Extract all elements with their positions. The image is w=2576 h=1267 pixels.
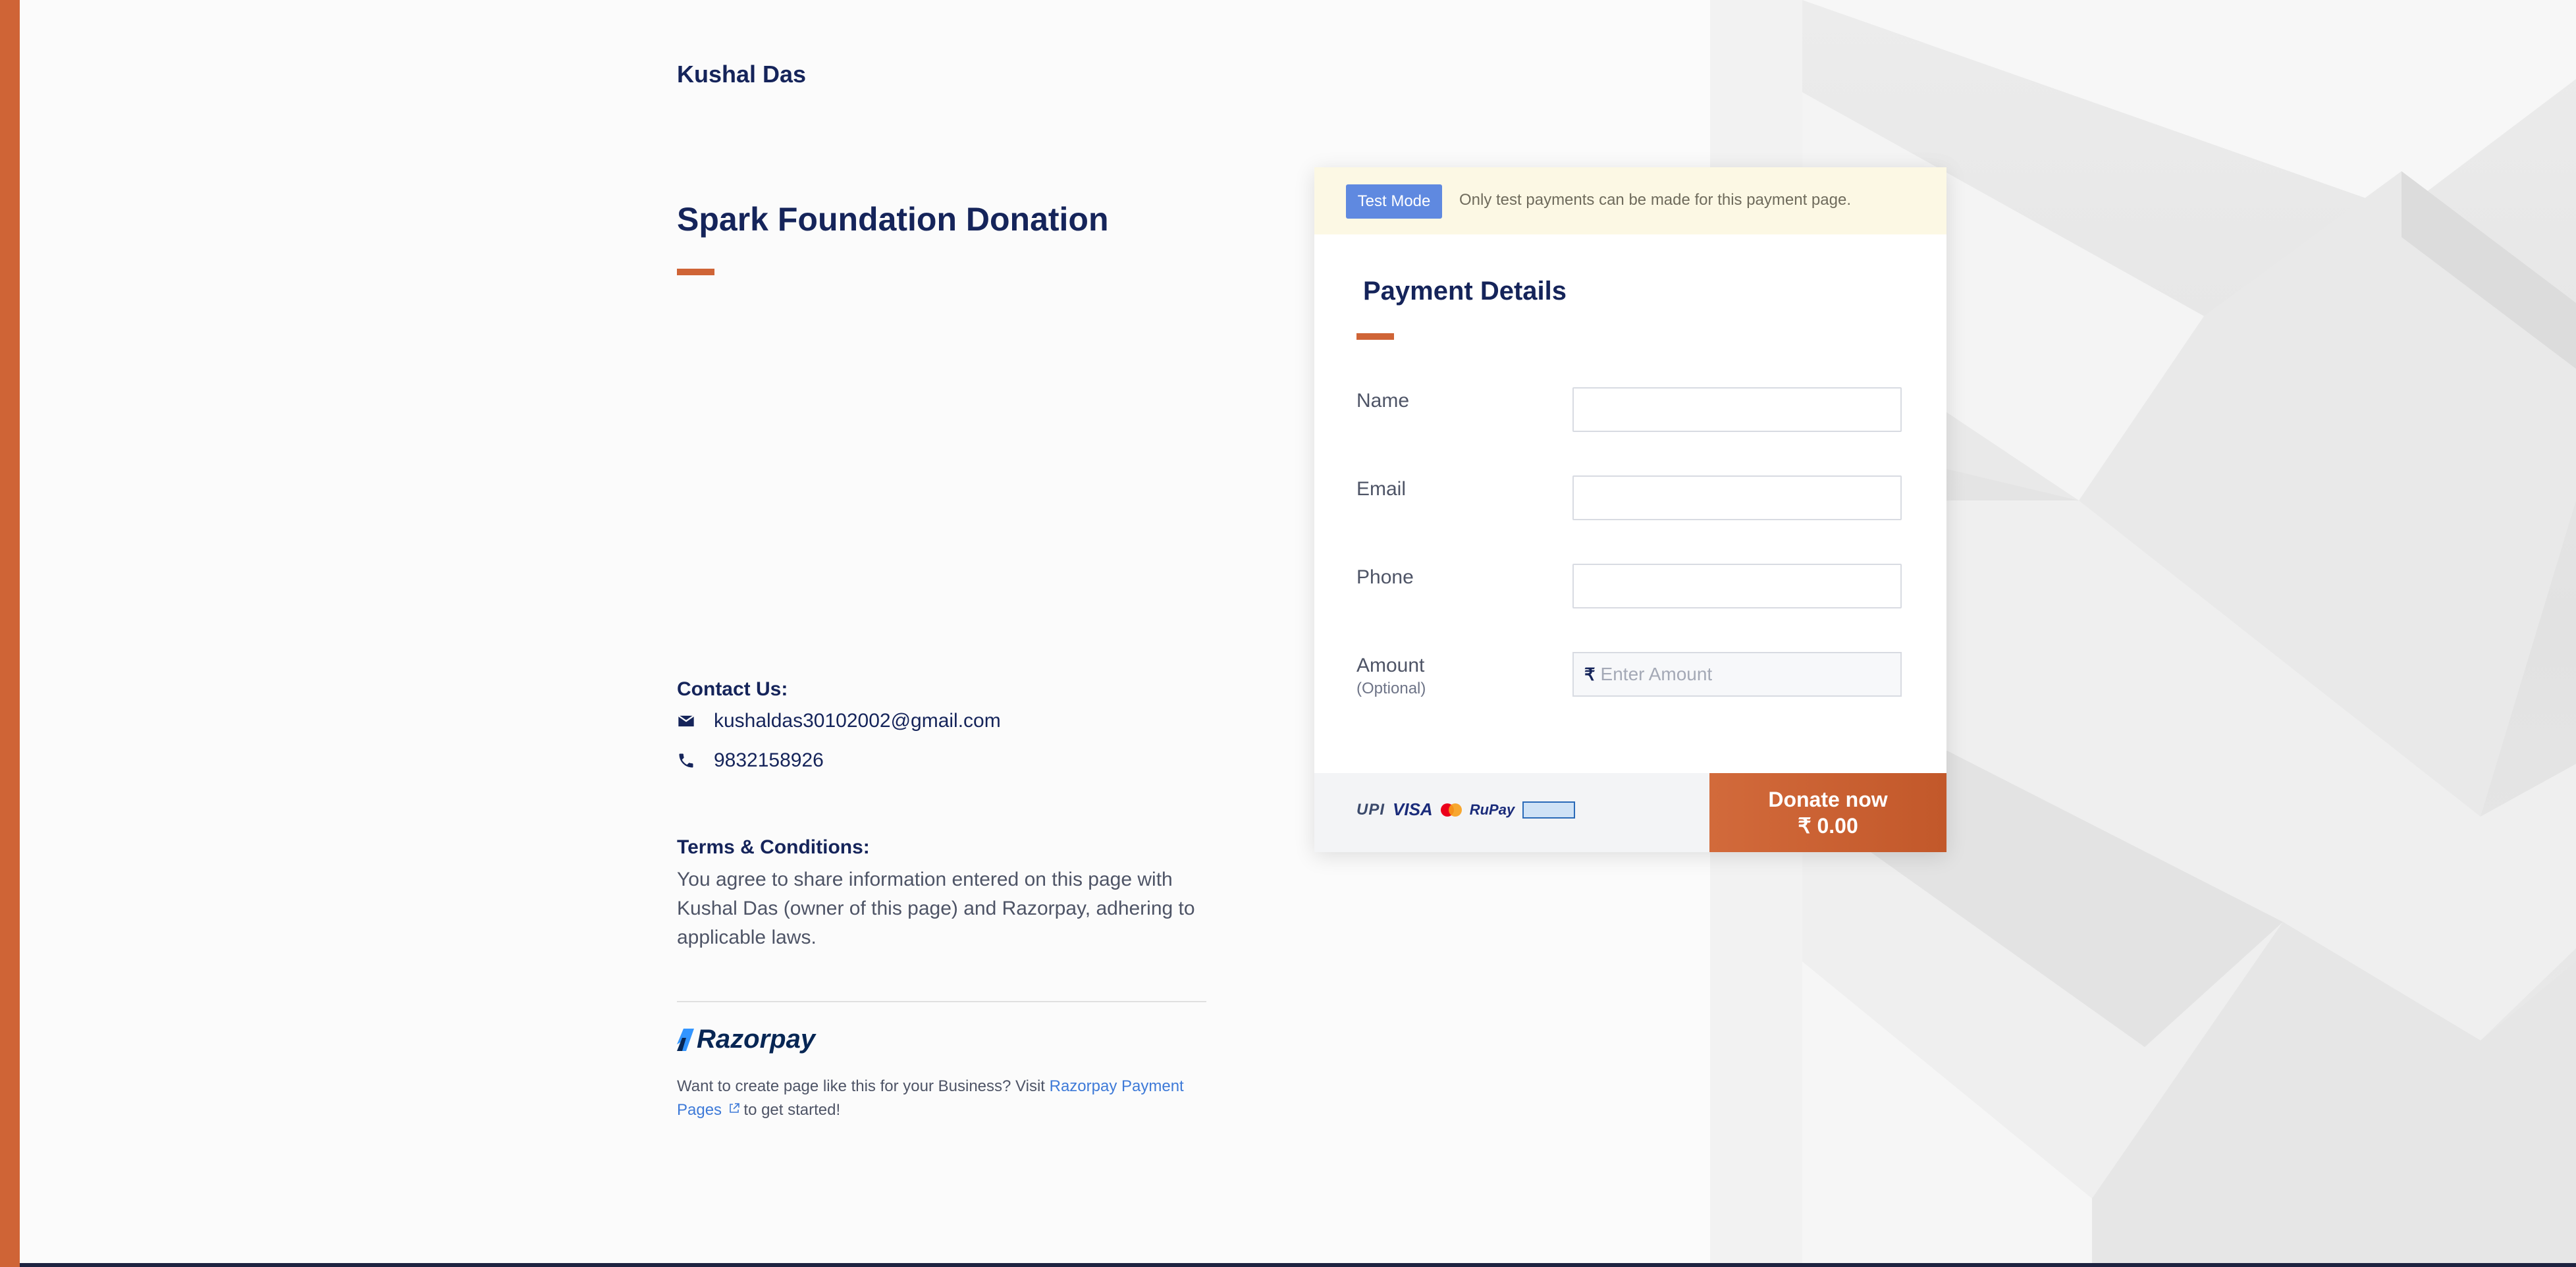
payment-details-underline	[1356, 333, 1394, 340]
visa-logo: VISA	[1393, 799, 1433, 819]
netbanking-logo	[1522, 801, 1576, 819]
donate-label[interactable]: Donate now	[1709, 786, 1946, 813]
upi-logo: UPI	[1356, 800, 1385, 819]
footer-text-after: to get started!	[739, 1101, 841, 1119]
card-footer: UPI VISA RuPay Donate now ₹ 0.00	[1314, 773, 1946, 852]
bottom-border	[20, 1263, 2576, 1267]
phone-input[interactable]	[1572, 564, 1902, 608]
phone-label: Phone	[1356, 566, 1414, 588]
page-title: Spark Foundation Donation	[677, 201, 1109, 238]
razorpay-mark-icon	[677, 1028, 694, 1051]
name-input[interactable]	[1572, 387, 1902, 432]
email-input[interactable]	[1572, 475, 1902, 520]
external-link-icon	[729, 1103, 739, 1113]
mail-icon	[678, 714, 695, 727]
footer-text-before: Want to create page like this for your B…	[677, 1077, 1050, 1095]
contact-email-row: kushaldas30102002@gmail.com	[677, 710, 1001, 732]
rupay-logo: RuPay	[1469, 801, 1515, 818]
payment-page: Kushal Das Spark Foundation Donation Con…	[0, 0, 2576, 1267]
terms-text: You agree to share information entered o…	[677, 869, 1195, 948]
amount-optional-label: (Optional)	[1356, 680, 1426, 697]
footer-text: Want to create page like this for your B…	[677, 1075, 1217, 1122]
donate-amount[interactable]: ₹ 0.00	[1709, 813, 1946, 839]
amount-label: Amount	[1356, 655, 1425, 676]
left-accent-strip	[0, 0, 20, 1267]
razorpay-logo: Razorpay	[677, 1025, 815, 1054]
test-mode-banner: Test Mode Only test payments can be made…	[1314, 167, 1946, 234]
merchant-name: Kushal Das	[677, 61, 807, 88]
amount-field[interactable]: ₹	[1572, 652, 1902, 697]
title-underline	[677, 269, 714, 275]
name-label: Name	[1356, 390, 1410, 412]
contact-phone-row: 9832158926	[677, 749, 824, 772]
payment-card: Test Mode Only test payments can be made…	[1314, 167, 1946, 852]
test-mode-badge: Test Mode	[1346, 184, 1442, 219]
payment-method-logos: UPI VISA RuPay	[1356, 799, 1576, 820]
rupee-icon: ₹	[1584, 664, 1596, 684]
terms-heading: Terms & Conditions:	[677, 836, 870, 858]
contact-heading: Contact Us:	[677, 678, 788, 700]
phone-icon	[679, 753, 693, 768]
footer-divider	[677, 1001, 1206, 1002]
test-mode-message: Only test payments can be made for this …	[1459, 191, 1851, 209]
payment-details-title: Payment Details	[1363, 277, 1567, 306]
mastercard-logo	[1440, 803, 1462, 817]
razorpay-logo-text: Razorpay	[697, 1025, 816, 1054]
amount-input[interactable]	[1599, 663, 1892, 686]
email-label: Email	[1356, 478, 1407, 500]
donate-now-button[interactable]: Donate now ₹ 0.00	[1709, 773, 1946, 852]
contact-email[interactable]: kushaldas30102002@gmail.com	[714, 710, 1001, 732]
contact-phone[interactable]: 9832158926	[714, 749, 824, 772]
amount-label-group: Amount (Optional)	[1356, 655, 1426, 698]
